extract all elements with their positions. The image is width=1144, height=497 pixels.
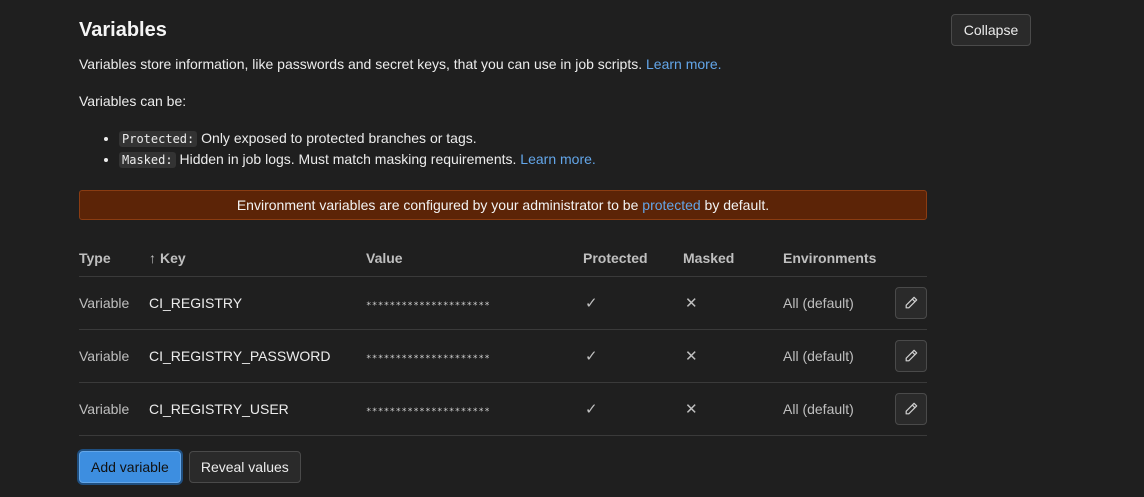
header-value[interactable]: Value [366, 240, 583, 277]
header-actions [883, 240, 927, 277]
arrow-up-icon: ↑ [149, 250, 156, 266]
row-environment: All (default) [783, 276, 883, 330]
close-icon: ✕ [685, 401, 698, 418]
masked-description: Hidden in job logs. Must match masking r… [179, 151, 517, 167]
alert-prefix: Environment variables are configured by … [236, 197, 639, 213]
row-value: ********************* [366, 301, 491, 311]
header-environments[interactable]: Environments [783, 240, 883, 277]
reveal-values-button[interactable]: Reveal values [188, 451, 301, 483]
pencil-icon [905, 402, 918, 415]
alert-protected-link[interactable]: protected [642, 197, 700, 213]
collapse-button[interactable]: Collapse [951, 14, 1031, 46]
check-icon: ✓ [585, 295, 598, 312]
description-text: Variables store information, like passwo… [79, 56, 643, 72]
section-title: Variables [79, 19, 167, 41]
header-protected[interactable]: Protected [583, 240, 683, 277]
table-row: Variable CI_REGISTRY_USER **************… [79, 382, 927, 436]
variable-types-list: Protected: Only exposed to protected bra… [79, 128, 596, 170]
header-masked[interactable]: Masked [683, 240, 783, 277]
pencil-icon [905, 296, 918, 309]
header-type[interactable]: Type [79, 240, 149, 277]
type-masked-item: Masked: Hidden in job logs. Must match m… [119, 149, 596, 170]
can-be-text: Variables can be: [79, 93, 187, 109]
row-type: Variable [79, 276, 149, 330]
row-environment: All (default) [783, 382, 883, 436]
check-icon: ✓ [585, 401, 598, 418]
type-protected-item: Protected: Only exposed to protected bra… [119, 128, 596, 149]
row-environment: All (default) [783, 329, 883, 383]
header-key-label: Key [160, 250, 186, 266]
masking-learn-more-link[interactable]: Learn more. [520, 151, 595, 167]
variables-table: Type ↑ Key Value Protected Masked Environ… [79, 240, 927, 436]
row-key: CI_REGISTRY [149, 276, 366, 330]
table-row: Variable CI_REGISTRY *******************… [79, 276, 927, 330]
close-icon: ✕ [685, 348, 698, 365]
row-key: CI_REGISTRY_USER [149, 382, 366, 436]
learn-more-link[interactable]: Learn more. [646, 56, 721, 72]
table-row: Variable CI_REGISTRY_PASSWORD **********… [79, 329, 927, 383]
row-type: Variable [79, 382, 149, 436]
add-variable-button[interactable]: Add variable [79, 451, 181, 483]
section-description: Variables store information, like passwo… [79, 56, 722, 72]
masked-code: Masked: [119, 152, 176, 168]
protected-alert: Environment variables are configured by … [79, 190, 927, 220]
table-header-row: Type ↑ Key Value Protected Masked Environ… [79, 240, 927, 277]
row-value: ********************* [366, 354, 491, 364]
edit-variable-button[interactable] [895, 340, 927, 372]
row-key: CI_REGISTRY_PASSWORD [149, 329, 366, 383]
edit-variable-button[interactable] [895, 393, 927, 425]
table-actions: Add variable Reveal values [79, 451, 301, 483]
edit-variable-button[interactable] [895, 287, 927, 319]
protected-description: Only exposed to protected branches or ta… [201, 130, 477, 146]
alert-suffix: by default. [704, 197, 770, 213]
protected-code: Protected: [119, 131, 198, 147]
row-value: ********************* [366, 407, 491, 417]
header-key[interactable]: ↑ Key [149, 240, 366, 277]
pencil-icon [905, 349, 918, 362]
close-icon: ✕ [685, 295, 698, 312]
check-icon: ✓ [585, 348, 598, 365]
row-type: Variable [79, 329, 149, 383]
